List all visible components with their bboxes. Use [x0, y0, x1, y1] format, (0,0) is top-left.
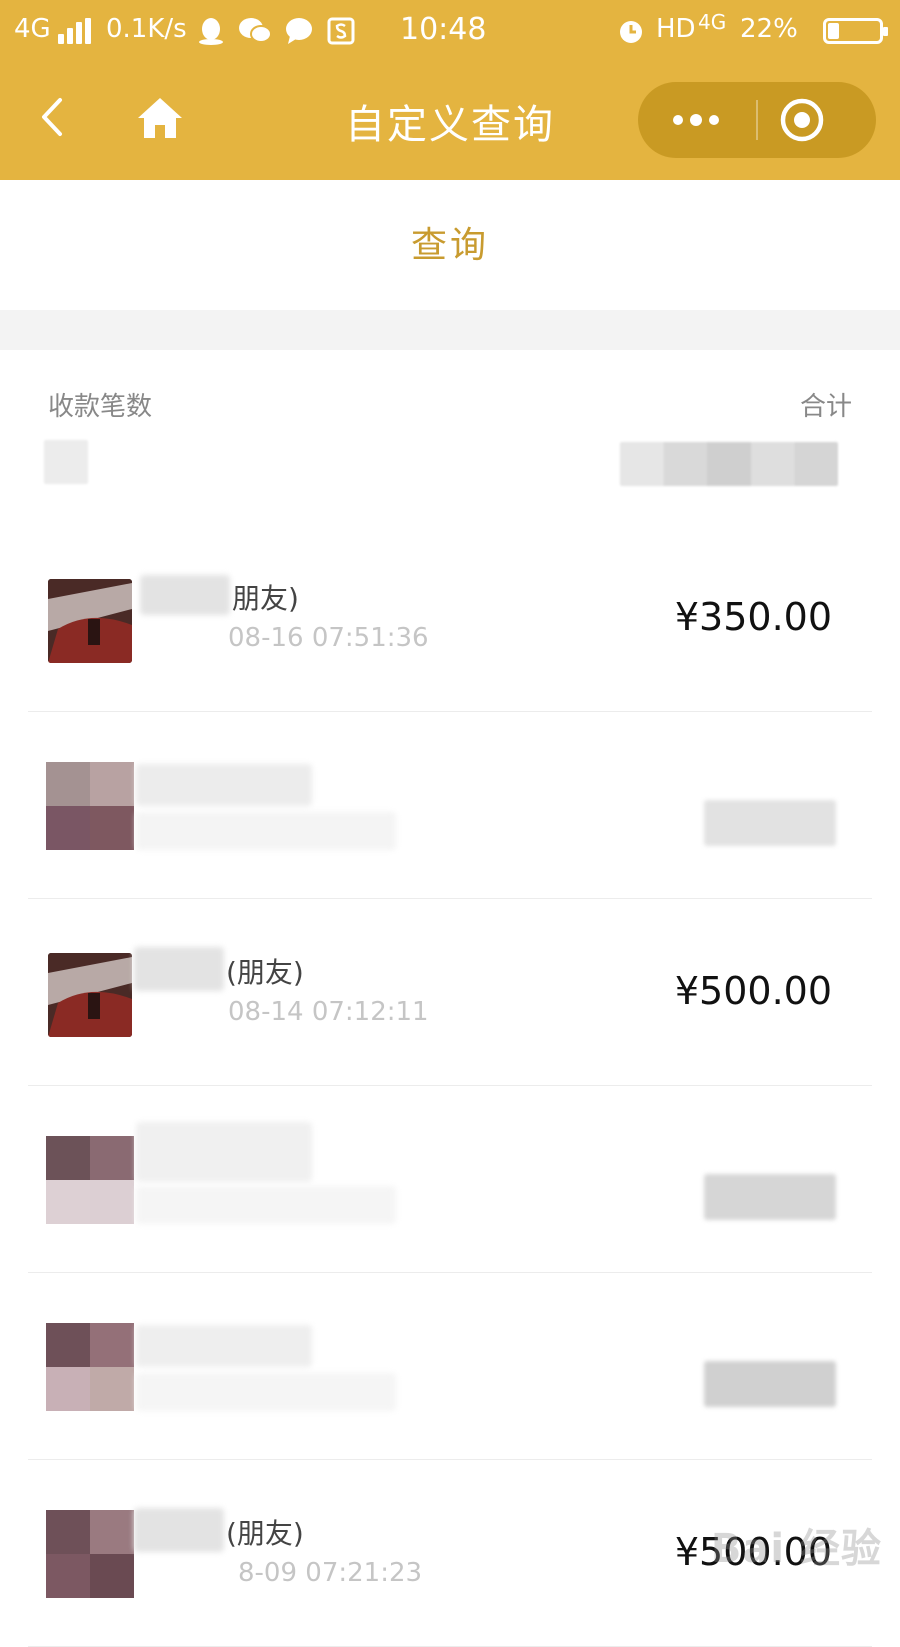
payer-name: 朋友): [232, 582, 299, 615]
message-icon: [286, 18, 312, 44]
payer-name: (朋友): [226, 956, 304, 989]
battery-percent: 22%: [740, 14, 798, 44]
transaction-list: 朋友) 08-16 07:51:36 ¥350.00 (朋友) 08-14 07…: [0, 525, 900, 1647]
total-value-redacted: [620, 442, 838, 486]
time-redacted: [136, 812, 396, 850]
query-button[interactable]: 查询: [0, 216, 900, 268]
network-speed: 0.1K/s: [106, 14, 187, 44]
time-redacted: [136, 1186, 396, 1224]
payment-time: 08-16 07:51:36: [228, 623, 429, 653]
name-redacted: [136, 764, 312, 806]
payer-name: (朋友): [226, 1517, 304, 1550]
avatar: [46, 762, 134, 850]
more-options-icon[interactable]: [638, 82, 756, 158]
query-section: 查询: [0, 180, 900, 310]
transaction-row[interactable]: [0, 1273, 900, 1460]
top-bar: 4G 0.1K/s 10:48 HD 4G 22% 自定义查询: [0, 0, 900, 180]
app-notification-icon: [327, 17, 355, 45]
network-type-right: 4G: [698, 10, 727, 34]
transaction-row[interactable]: [0, 1086, 900, 1273]
avatar: [48, 953, 132, 1037]
total-label: 合计: [799, 392, 852, 422]
payment-time: 08-14 07:12:11: [228, 997, 429, 1027]
amount-redacted: [704, 800, 836, 846]
payment-amount: ¥350.00: [674, 595, 832, 639]
network-type: 4G: [14, 14, 51, 44]
clock: 10:48: [400, 12, 487, 47]
battery-icon: [823, 18, 888, 44]
qq-icon: [199, 18, 223, 45]
avatar: [46, 1323, 134, 1411]
miniprogram-capsule: [638, 82, 876, 158]
alarm-icon: [620, 21, 642, 43]
section-divider: [0, 310, 900, 350]
transaction-row[interactable]: 朋友) 08-16 07:51:36 ¥350.00: [0, 525, 900, 712]
avatar: [46, 1136, 134, 1224]
close-miniprogram-icon[interactable]: [758, 82, 876, 158]
summary-panel: 收款笔数 合计: [0, 350, 900, 525]
amount-redacted: [704, 1361, 836, 1407]
avatar: [46, 1510, 134, 1598]
payment-amount: ¥500.00: [674, 969, 832, 1013]
payment-count-value-redacted: [44, 440, 88, 484]
name-redacted: [136, 1122, 312, 1182]
transaction-row[interactable]: (朋友) 08-14 07:12:11 ¥500.00: [0, 899, 900, 1086]
baidu-jingyan-watermark: Bai 经验: [710, 1526, 882, 1572]
hd-indicator: HD: [656, 14, 696, 44]
avatar: [48, 579, 132, 663]
name-redacted: [136, 1325, 312, 1367]
wechat-icon: [239, 18, 272, 43]
back-arrow-icon[interactable]: [30, 92, 74, 142]
signal-icon: [58, 18, 92, 44]
name-redacted: [134, 1508, 224, 1552]
name-redacted: [134, 947, 224, 991]
payment-time: 8-09 07:21:23: [238, 1558, 423, 1588]
name-redacted: [140, 575, 230, 615]
transaction-row[interactable]: [0, 712, 900, 899]
status-bar: 4G 0.1K/s 10:48 HD 4G 22%: [0, 0, 900, 62]
time-redacted: [136, 1373, 396, 1411]
home-icon[interactable]: [134, 92, 186, 144]
amount-redacted: [704, 1174, 836, 1220]
payment-count-label: 收款笔数: [48, 392, 153, 422]
